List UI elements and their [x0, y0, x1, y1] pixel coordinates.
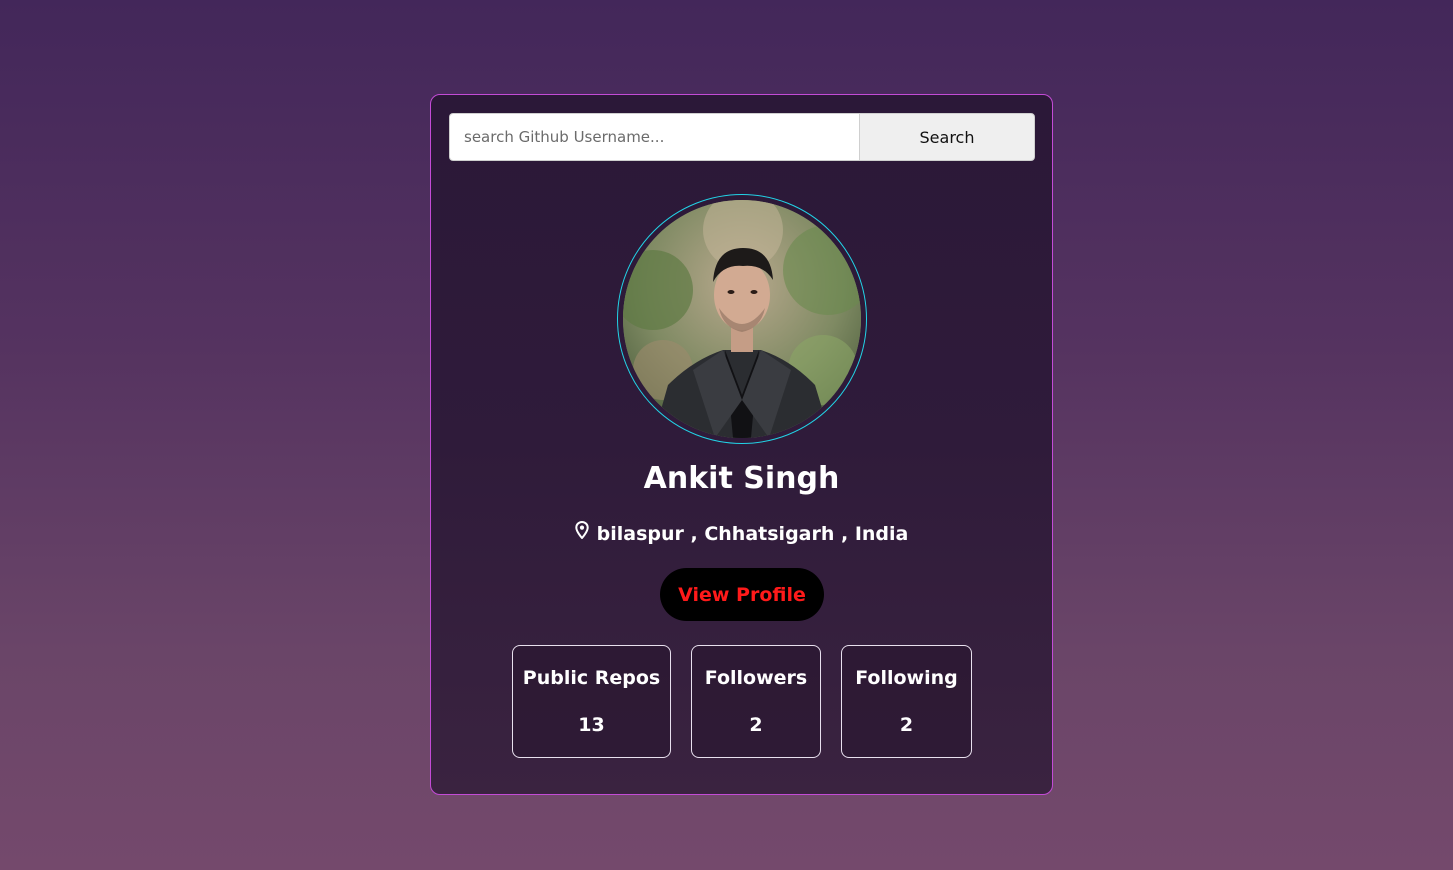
- stat-value: 2: [899, 714, 914, 736]
- view-profile-button[interactable]: View Profile: [660, 568, 824, 621]
- avatar-ring: [617, 194, 867, 444]
- stat-label: Followers: [704, 667, 808, 689]
- stat-value: 13: [578, 714, 605, 736]
- stat-public-repos: Public Repos 13: [512, 645, 671, 758]
- search-input[interactable]: [449, 113, 859, 161]
- search-button[interactable]: Search: [859, 113, 1035, 161]
- profile-location: bilaspur , Chhatsigarh , India: [431, 521, 1052, 545]
- map-pin-icon: [574, 521, 589, 539]
- search-bar: Search: [449, 113, 1035, 161]
- stat-value: 2: [749, 714, 763, 736]
- profile-card: Search: [430, 94, 1053, 795]
- stat-followers: Followers 2: [691, 645, 821, 758]
- stats-row: Public Repos 13 Followers 2 Following 2: [431, 645, 1052, 758]
- profile-name: Ankit Singh: [643, 461, 840, 496]
- avatar-photo: [623, 200, 861, 438]
- stat-label: Public Repos: [522, 667, 661, 689]
- stat-following: Following 2: [841, 645, 972, 758]
- avatar: [623, 200, 861, 438]
- location-text: bilaspur , Chhatsigarh , India: [596, 523, 909, 545]
- stat-label: Following: [855, 667, 958, 689]
